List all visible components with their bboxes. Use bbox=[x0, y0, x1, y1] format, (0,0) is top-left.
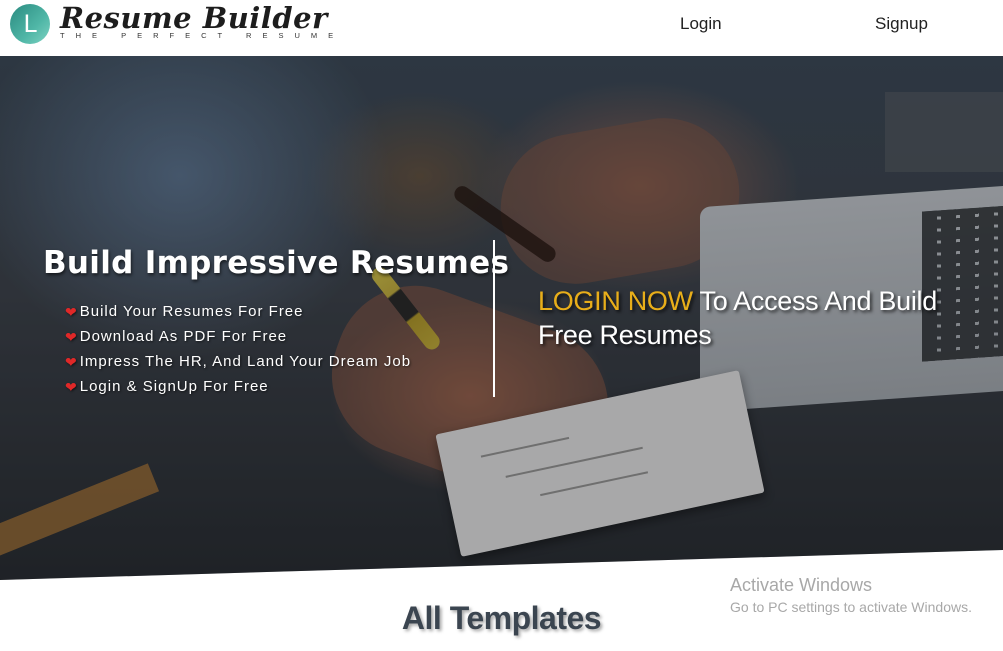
login-now-link[interactable]: LOGIN NOW bbox=[538, 286, 693, 316]
feature-item: ❤ Download As PDF For Free bbox=[65, 324, 411, 349]
feature-item: ❤ Build Your Resumes For Free bbox=[65, 299, 411, 324]
heart-icon: ❤ bbox=[65, 328, 78, 345]
activate-windows-watermark: Activate Windows Go to PC settings to ac… bbox=[730, 575, 972, 615]
nav-login-link[interactable]: Login bbox=[680, 14, 722, 34]
nav-signup-link[interactable]: Signup bbox=[875, 14, 928, 34]
navbar: L Resume Builder THE PERFECT RESUME Logi… bbox=[0, 0, 1003, 56]
feature-text: Impress The HR, And Land Your Dream Job bbox=[79, 353, 412, 370]
heart-icon: ❤ bbox=[65, 378, 78, 395]
brand-tagline: THE PERFECT RESUME bbox=[60, 31, 345, 40]
feature-item: ❤ Login & SignUp For Free bbox=[65, 374, 411, 399]
feature-text: Build Your Resumes For Free bbox=[79, 303, 304, 320]
login-cta: LOGIN NOW To Access And Build Free Resum… bbox=[538, 284, 978, 352]
watermark-subtitle: Go to PC settings to activate Windows. bbox=[730, 599, 972, 615]
brand-name[interactable]: Resume Builder bbox=[60, 1, 328, 35]
feature-text: Login & SignUp For Free bbox=[79, 378, 269, 395]
feature-item: ❤ Impress The HR, And Land Your Dream Jo… bbox=[65, 349, 411, 374]
hero-divider bbox=[493, 240, 495, 397]
hero-title: Build Impressive Resumes bbox=[43, 245, 510, 281]
heart-icon: ❤ bbox=[65, 303, 78, 320]
watermark-title: Activate Windows bbox=[730, 575, 873, 595]
logo-letter: L bbox=[23, 10, 37, 38]
heart-icon: ❤ bbox=[65, 353, 78, 370]
hero-banner: Build Impressive Resumes ❤ Build Your Re… bbox=[0, 56, 1003, 580]
logo-icon[interactable]: L bbox=[10, 4, 50, 44]
feature-list: ❤ Build Your Resumes For Free ❤ Download… bbox=[65, 299, 411, 399]
feature-text: Download As PDF For Free bbox=[79, 328, 288, 345]
